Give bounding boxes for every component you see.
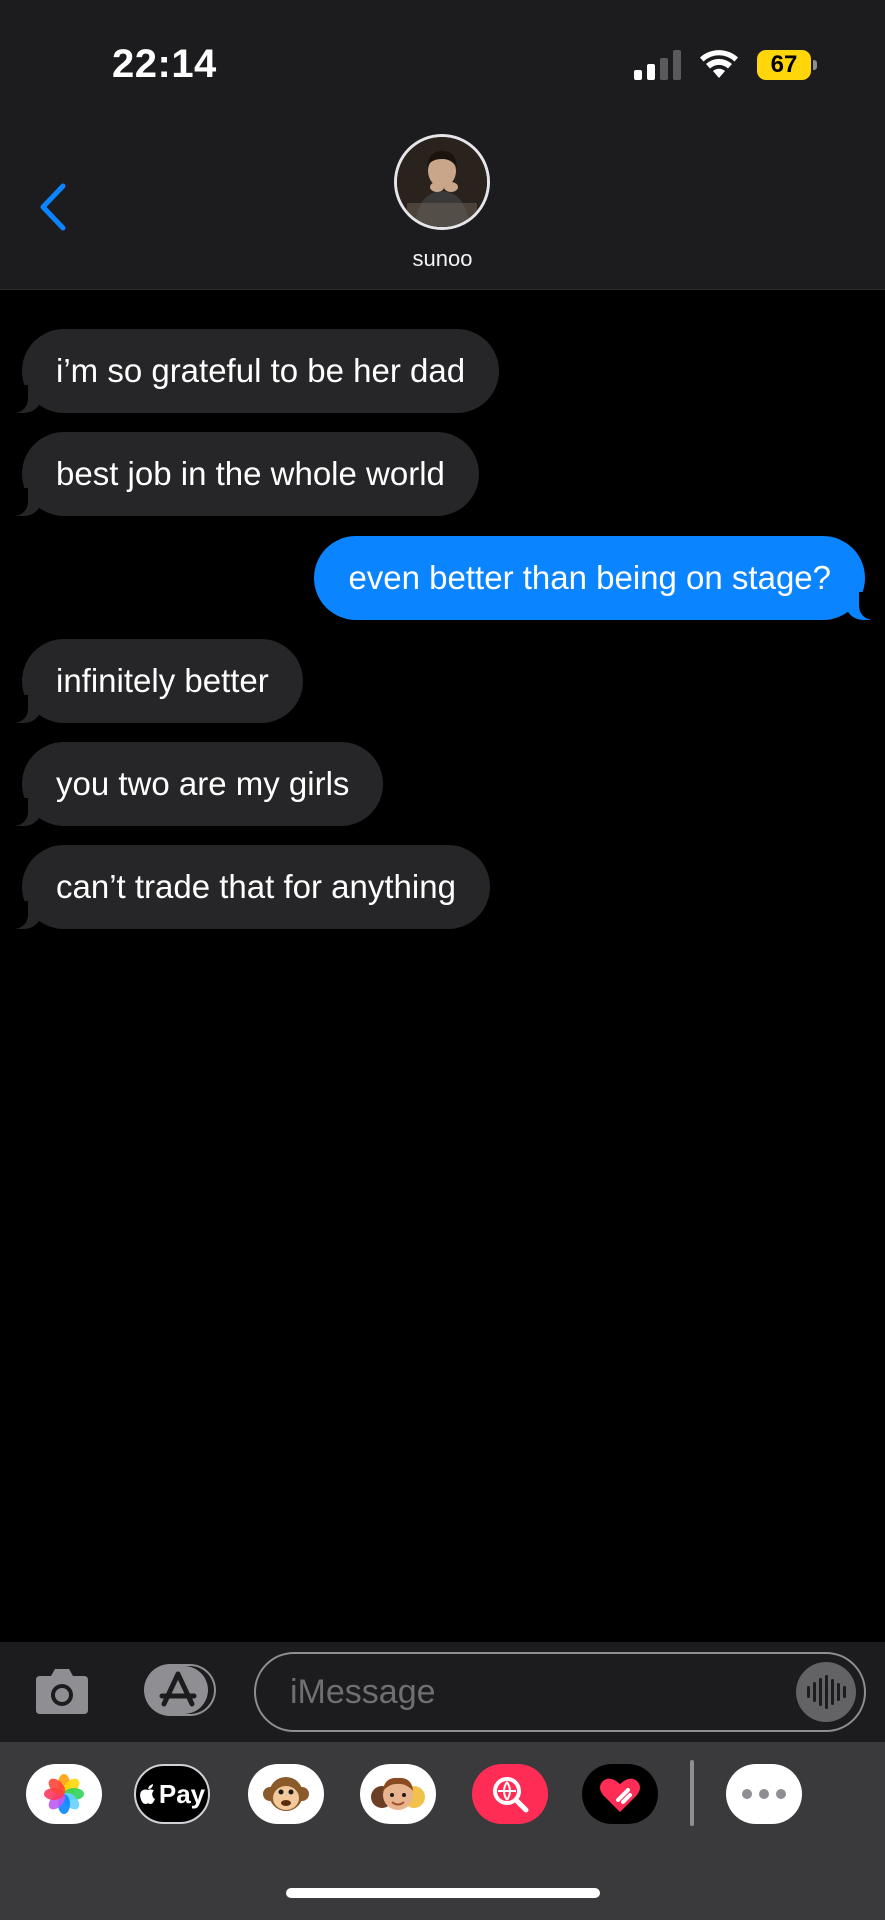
- apple-pay-button[interactable]: Pay: [134, 1764, 210, 1824]
- battery-icon: 67: [757, 50, 817, 80]
- memoji-button[interactable]: [360, 1764, 436, 1824]
- status-indicators: 67: [634, 48, 817, 82]
- back-button[interactable]: [36, 182, 70, 232]
- cellular-signal-icon: [634, 50, 681, 80]
- incoming-message[interactable]: can’t trade that for anything: [8, 845, 490, 929]
- apple-pay-label: Pay: [158, 1778, 206, 1809]
- photos-app-button[interactable]: [26, 1764, 102, 1824]
- contact-avatar[interactable]: [394, 134, 490, 230]
- photos-icon: [44, 1774, 84, 1814]
- messages-screen: 22:14 67 sunoo i’m so grateful to be her…: [0, 0, 885, 1920]
- compose-bar: iMessage: [0, 1642, 885, 1742]
- home-indicator[interactable]: [286, 1888, 600, 1898]
- app-store-icon: [159, 1671, 197, 1707]
- contact-name[interactable]: sunoo: [0, 246, 885, 272]
- incoming-message[interactable]: you two are my girls: [7, 742, 384, 826]
- drawer-divider: [690, 1760, 694, 1826]
- contact-photo: [397, 137, 487, 227]
- camera-button[interactable]: [34, 1666, 90, 1716]
- image-search-icon: [493, 1777, 529, 1813]
- incoming-message[interactable]: best job in the whole world: [8, 432, 479, 516]
- image-search-button[interactable]: [472, 1764, 548, 1824]
- monkey-icon: [263, 1777, 309, 1811]
- camera-icon: [36, 1669, 88, 1714]
- animoji-button[interactable]: [248, 1764, 324, 1824]
- audio-message-button[interactable]: [796, 1662, 856, 1722]
- app-store-button[interactable]: [144, 1664, 216, 1716]
- apple-pay-icon: [139, 1784, 155, 1804]
- outgoing-message[interactable]: even better than being on stage?: [314, 536, 879, 620]
- memoji-icon: [371, 1777, 425, 1810]
- conversation-header: 22:14 67 sunoo: [0, 0, 885, 290]
- heart-icon: [600, 1778, 640, 1812]
- incoming-message[interactable]: infinitely better: [8, 639, 303, 723]
- wifi-icon: [699, 50, 739, 80]
- status-time: 22:14: [112, 42, 217, 86]
- message-input[interactable]: iMessage: [254, 1652, 866, 1732]
- battery-level: 67: [770, 51, 798, 78]
- message-input-placeholder: iMessage: [290, 1673, 436, 1711]
- ellipsis-icon: [742, 1789, 786, 1799]
- more-apps-button[interactable]: [726, 1764, 802, 1824]
- incoming-message[interactable]: i’m so grateful to be her dad: [7, 329, 500, 413]
- chevron-left-icon: [40, 183, 66, 231]
- waveform-icon: [806, 1686, 810, 1698]
- digital-touch-button[interactable]: [582, 1764, 658, 1824]
